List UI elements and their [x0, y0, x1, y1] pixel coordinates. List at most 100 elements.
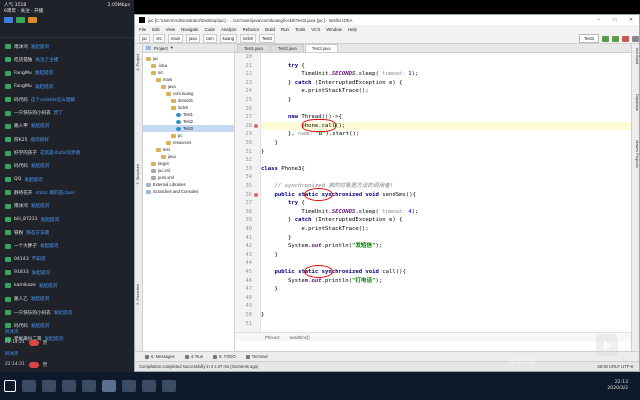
tree-node[interactable]: Test1	[143, 111, 234, 118]
tree-node[interactable]: resources	[143, 139, 234, 146]
right-tool-tab[interactable]: Maven Projects	[632, 140, 640, 168]
tree-node[interactable]: src	[143, 69, 234, 76]
project-title[interactable]: Project	[154, 46, 168, 51]
bottom-tool-tab[interactable]: 4: Run	[184, 354, 203, 359]
chat-username[interactable]: 铁粉	[14, 230, 23, 236]
chat-footer-name[interactable]: 阿沐鸿	[5, 351, 18, 357]
settings-icon[interactable]	[28, 17, 37, 23]
chat-username[interactable]: 04143	[14, 257, 29, 262]
breadcrumb-item[interactable]: main	[167, 34, 184, 43]
tree-node[interactable]: java	[143, 83, 234, 90]
obs-icon[interactable]	[122, 380, 136, 392]
chat-username[interactable]: 91833	[14, 270, 29, 275]
menu-view[interactable]: View	[166, 27, 175, 32]
chat-username[interactable]: FangMu	[14, 84, 32, 89]
taskbar-clock[interactable]: 22:13 2020/3/2	[607, 380, 640, 392]
breadcrumb-item[interactable]: src	[153, 34, 165, 43]
bottom-tool-tab[interactable]: 6: TODO	[213, 354, 236, 359]
tree-node[interactable]: Test2	[143, 118, 234, 125]
tree-node[interactable]: External Libraries	[143, 181, 234, 188]
run-gutter-icon[interactable]	[254, 123, 258, 128]
menu-window[interactable]: Window	[326, 27, 342, 32]
chat-username[interactable]: 路人甲	[14, 123, 28, 129]
chat-username[interactable]: 一只快乐的小码农	[14, 310, 51, 316]
tree-node[interactable]: juc.iml	[143, 167, 234, 174]
code-breadcrumb-item[interactable]: sendSms()	[289, 335, 309, 340]
menu-navigate[interactable]: Navigate	[181, 27, 198, 32]
search-icon[interactable]	[22, 380, 36, 392]
browser-icon[interactable]	[82, 380, 96, 392]
chat-username[interactable]: bili_87231	[14, 217, 38, 222]
menu-build[interactable]: Build	[265, 27, 275, 32]
left-tool-tab[interactable]: 1: Project	[135, 54, 143, 71]
chat-username[interactable]: 码代码	[14, 97, 28, 103]
chat-username[interactable]: 阿K25	[14, 137, 27, 143]
menu-vcs[interactable]: VCS	[311, 27, 320, 32]
run-config-select[interactable]: Test3	[578, 34, 599, 43]
chat-username[interactable]: 一只快乐的小码农	[14, 110, 51, 116]
left-tool-tab[interactable]: 2: Favorites	[135, 284, 143, 305]
tree-node[interactable]: java	[143, 153, 234, 160]
menu-code[interactable]: Code	[204, 27, 215, 32]
code-area[interactable]: try { TimeUnit.SECONDS.sleep( timeout: 1…	[261, 53, 631, 332]
tree-node[interactable]: lock8	[143, 104, 234, 111]
breadcrumb-item[interactable]: com	[202, 34, 217, 43]
chat-username[interactable]: 雨沐鸿	[14, 44, 28, 50]
task-view-icon[interactable]	[42, 380, 56, 392]
menu-run[interactable]: Run	[281, 27, 289, 32]
menu-refactor[interactable]: Refactor	[243, 27, 260, 32]
breadcrumb-item[interactable]: java	[186, 34, 200, 43]
tree-node[interactable]: Scratches and Consoles	[143, 188, 234, 195]
menu-file[interactable]: File	[139, 27, 146, 32]
tree-node[interactable]: .idea	[143, 62, 234, 69]
fans-icon[interactable]	[16, 17, 25, 23]
chat-username[interactable]: FangMu	[14, 71, 32, 76]
chevron-down-icon[interactable]: ▾	[171, 45, 173, 51]
menu-analyze[interactable]: Analyze	[221, 27, 237, 32]
chat-username[interactable]: 雨沐鸿	[14, 203, 28, 209]
tree-node[interactable]: main	[143, 76, 234, 83]
intellij-taskbar-icon[interactable]	[102, 380, 116, 392]
close-icon[interactable]: ✕	[623, 17, 639, 23]
breadcrumb-item[interactable]: juc	[139, 34, 151, 43]
breadcrumb-item[interactable]: Test3	[258, 34, 275, 43]
chat-username[interactable]: 码代码	[14, 163, 28, 169]
tree-node[interactable]: target	[143, 160, 234, 167]
right-tool-tab[interactable]: Database	[632, 94, 640, 111]
explorer-icon[interactable]	[62, 380, 76, 392]
chat-username[interactable]: 好学的孩子	[14, 150, 37, 156]
breadcrumb-item[interactable]: lock8	[240, 34, 256, 43]
app-icon[interactable]	[142, 380, 156, 392]
app-icon[interactable]	[162, 380, 176, 392]
menu-help[interactable]: Help	[348, 27, 357, 32]
right-tool-tab[interactable]: Ant Build	[632, 48, 640, 64]
editor-tab[interactable]: Test2.java	[270, 44, 304, 52]
minimize-icon[interactable]: –	[591, 17, 607, 23]
code-breadcrumb-item[interactable]: Phone3	[265, 335, 279, 340]
chat-username[interactable]: QQ	[14, 177, 21, 182]
tree-node[interactable]: demo01	[143, 97, 234, 104]
chat-username[interactable]: 吃货孤独	[14, 57, 32, 63]
chat-username[interactable]: 一个大胖子	[14, 243, 37, 249]
tree-node[interactable]: pc	[143, 132, 234, 139]
video-play-icon[interactable]	[596, 334, 618, 356]
override-gutter-icon[interactable]	[254, 192, 258, 197]
maximize-icon[interactable]: □	[607, 17, 623, 23]
gift-icon[interactable]	[4, 17, 13, 23]
bottom-tool-tab[interactable]: 6: Messages	[145, 354, 175, 359]
chat-footer-name[interactable]: 阿沐鸿	[5, 329, 18, 335]
tree-node[interactable]: test	[143, 146, 234, 153]
tree-node[interactable]: com.kuang	[143, 90, 234, 97]
debug-icon[interactable]	[612, 35, 619, 42]
chat-username[interactable]: kamikaze	[14, 283, 36, 288]
chat-username[interactable]: 路人乙	[14, 296, 28, 302]
editor-tab[interactable]: Test1.java	[237, 44, 270, 52]
tree-node[interactable]: pom.xml	[143, 174, 234, 181]
tree-node[interactable]: juc	[143, 55, 234, 62]
stop-icon[interactable]	[622, 35, 629, 42]
breadcrumb-item[interactable]: kuang	[219, 34, 238, 43]
windows-start-icon[interactable]	[4, 380, 16, 392]
tree-node[interactable]: Test3	[143, 125, 234, 132]
search-icon[interactable]	[632, 35, 639, 42]
run-icon[interactable]	[602, 35, 609, 42]
